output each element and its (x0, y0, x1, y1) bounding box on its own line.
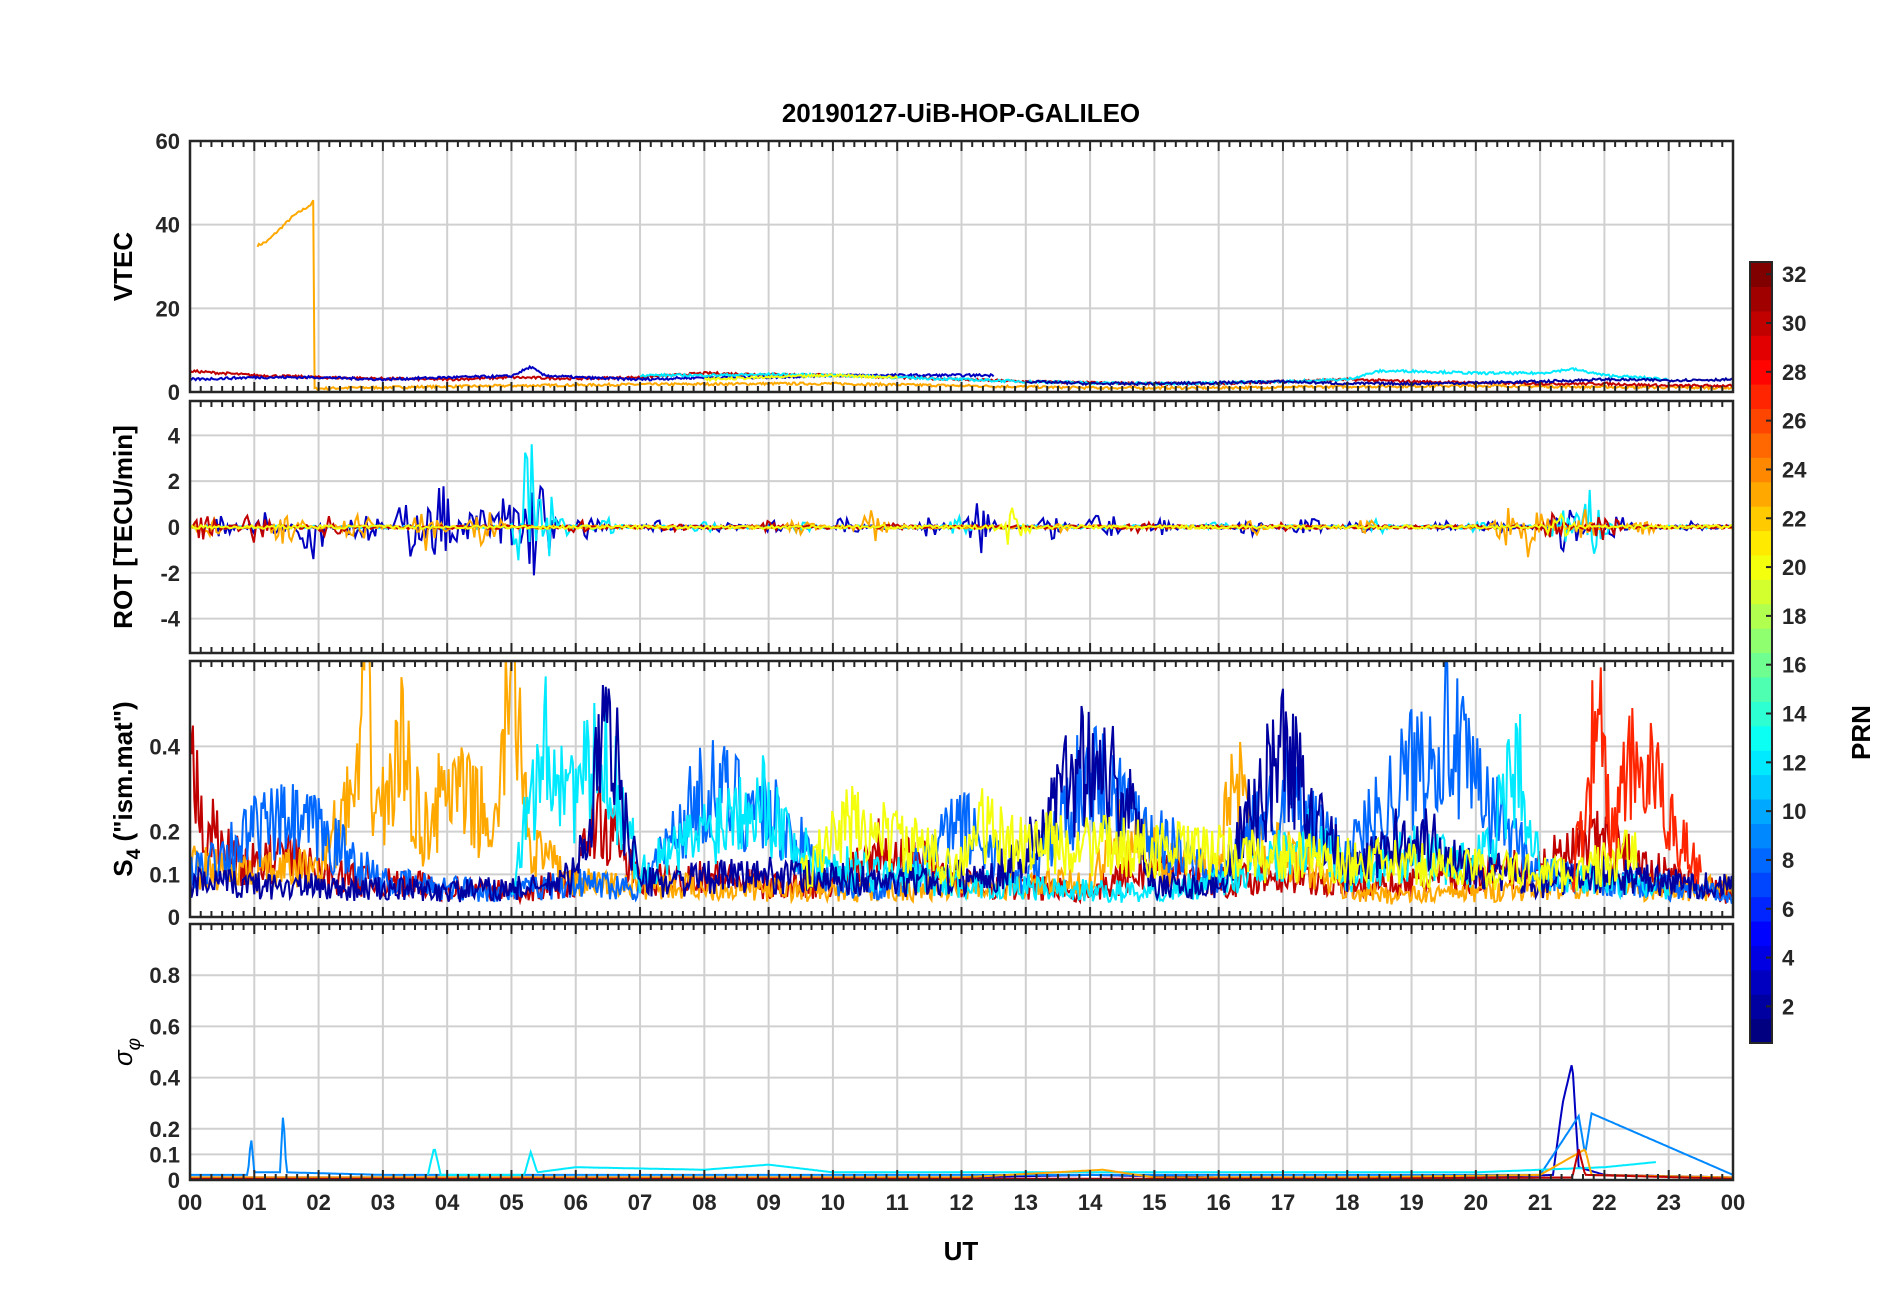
panel-s4: 00.10.20.4S4 ("ism.mat") (108, 659, 1735, 930)
x-tick-label: 17 (1271, 1190, 1295, 1215)
x-tick-label: 07 (628, 1190, 652, 1215)
x-tick-label: 15 (1142, 1190, 1166, 1215)
x-tick-label: 21 (1528, 1190, 1552, 1215)
colorbar-tick-label: 24 (1782, 457, 1807, 482)
y-tick-label: -2 (160, 561, 180, 586)
x-tick-label: 18 (1335, 1190, 1359, 1215)
y-axis-label: ROT [TECU/min] (108, 425, 138, 629)
y-axis-label-sub: φ (124, 1038, 145, 1050)
x-tick-label: 23 (1656, 1190, 1680, 1215)
colorbar-segment (1750, 579, 1772, 605)
x-tick-label: 02 (306, 1190, 330, 1215)
series-prn-23 (256, 199, 1733, 391)
y-tick-label: 0.4 (149, 1066, 180, 1091)
colorbar-segment (1750, 432, 1772, 458)
y-axis-label: σφ (108, 1038, 145, 1066)
colorbar-tick-label: 12 (1782, 750, 1806, 775)
panel-rot: -4 -2 0 2 4 ROT [TECU/min] (108, 399, 1735, 655)
y-axis-label-main: S (108, 859, 138, 876)
y-tick-label: 0.1 (149, 862, 180, 887)
x-tick-label: 19 (1399, 1190, 1423, 1215)
y-axis-label: S4 ("ism.mat") (108, 701, 145, 876)
colorbar-tick-label: 16 (1782, 653, 1806, 678)
x-tick-label: 13 (1014, 1190, 1038, 1215)
x-tick-label: 00 (1721, 1190, 1745, 1215)
y-tick-label: 0.1 (149, 1142, 180, 1167)
x-tick-label: 00 (178, 1190, 202, 1215)
colorbar-tick-label: 26 (1782, 409, 1806, 434)
x-tick-label: 05 (499, 1190, 523, 1215)
x-tick-label: 08 (692, 1190, 716, 1215)
grid (190, 924, 1733, 1180)
x-axis: 00 01 02 03 04 05 06 07 08 09 10 11 12 13 14 15 16 17 18 19… (178, 1190, 1745, 1215)
y-tick-label: 40 (156, 213, 180, 238)
x-tick-label: 14 (1078, 1190, 1103, 1215)
x-tick-label: 16 (1206, 1190, 1230, 1215)
colorbar-segment (1750, 335, 1772, 361)
y-tick-label: 0.4 (149, 734, 180, 759)
panels: 0204060VTEC-4-2024ROT [TECU/min]00.10.20… (108, 129, 1735, 1193)
y-axis-label-main: σ (108, 1049, 138, 1066)
y-tick-label: 0 (168, 905, 180, 930)
colorbar-segment (1750, 481, 1772, 507)
x-tick-label: 10 (821, 1190, 845, 1215)
x-tick-label: 01 (242, 1190, 266, 1215)
y-tick-label: -4 (160, 607, 180, 632)
y-tick-label: 0 (168, 380, 180, 405)
panel-sigma: 00.10.20.40.60.8σφ (108, 922, 1735, 1193)
y-tick-label: 4 (168, 423, 181, 448)
colorbar: 2468101214161820222426283032PRN (1749, 261, 1876, 1044)
x-tick-label: 03 (371, 1190, 395, 1215)
y-tick-label: 0.6 (149, 1014, 180, 1039)
colorbar-tick-label: 18 (1782, 604, 1806, 629)
colorbar-segment (1750, 384, 1772, 410)
grid (190, 141, 1733, 392)
x-tick-label: 06 (564, 1190, 588, 1215)
colorbar-tick-label: 8 (1782, 848, 1794, 873)
panel-vtec: 0 20 40 60 VTEC (108, 129, 1735, 405)
x-tick-label: 20 (1464, 1190, 1488, 1215)
colorbar-tick-label: 4 (1782, 946, 1795, 971)
chart-title: 20190127-UiB-HOP-GALILEO (782, 98, 1140, 128)
y-tick-label: 0.2 (149, 820, 180, 845)
colorbar-segment (1750, 530, 1772, 556)
colorbar-tick-label: 30 (1782, 311, 1806, 336)
colorbar-segment (1750, 823, 1772, 849)
colorbar-segment (1750, 969, 1772, 995)
x-tick-label: 11 (886, 1190, 909, 1215)
figure: 20190127-UiB-HOP-GALILEO 0204060VTEC-4-2… (108, 98, 1876, 1266)
x-axis-label: UT (944, 1236, 979, 1266)
y-tick-label: 2 (168, 469, 180, 494)
colorbar-segment (1750, 286, 1772, 312)
x-tick-label: 04 (435, 1190, 460, 1215)
y-tick-label: 0 (168, 515, 180, 540)
colorbar-segment (1750, 628, 1772, 654)
colorbar-segment (1750, 920, 1772, 946)
colorbar-tick-label: 14 (1782, 702, 1807, 727)
x-tick-label: 22 (1592, 1190, 1616, 1215)
colorbar-tick-label: 32 (1782, 262, 1806, 287)
colorbar-segment (1750, 676, 1772, 702)
colorbar-segment (1750, 1018, 1772, 1044)
colorbar-segment (1750, 872, 1772, 898)
colorbar-tick-label: 20 (1782, 555, 1806, 580)
colorbar-label: PRN (1846, 705, 1876, 760)
x-tick-label: 12 (949, 1190, 973, 1215)
colorbar-segment (1750, 774, 1772, 800)
colorbar-tick-label: 2 (1782, 994, 1794, 1019)
colorbar-tick-label: 28 (1782, 360, 1806, 385)
colorbar-tick-label: 22 (1782, 506, 1806, 531)
colorbar-segment (1750, 725, 1772, 751)
y-tick-label: 0.2 (149, 1117, 180, 1142)
y-tick-label: 0.8 (149, 963, 180, 988)
x-tick-label: 09 (756, 1190, 780, 1215)
y-axis-label: VTEC (108, 232, 138, 302)
y-tick-label: 20 (156, 296, 180, 321)
y-axis-label-rest: ("ism.mat") (108, 701, 138, 848)
colorbar-tick-label: 6 (1782, 897, 1794, 922)
y-axis-label-sub: 4 (124, 848, 145, 859)
colorbar-tick-label: 10 (1782, 799, 1806, 824)
y-tick-label: 60 (156, 129, 180, 154)
